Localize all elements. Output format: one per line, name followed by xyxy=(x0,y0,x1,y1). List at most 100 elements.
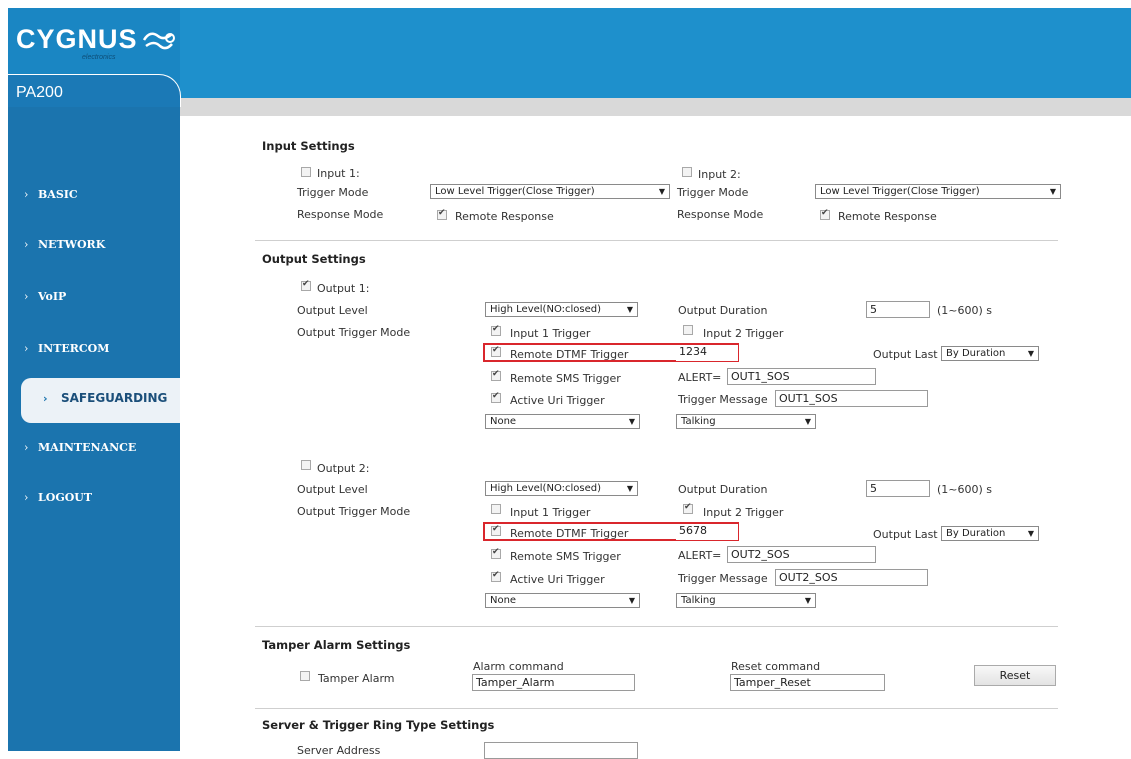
output2-state-select[interactable]: Talking ▼ xyxy=(676,593,816,608)
sidebar xyxy=(8,106,180,751)
output1-duration-input[interactable]: 5 xyxy=(866,301,930,318)
output1-input2-trigger-label: Input 2 Trigger xyxy=(703,327,784,340)
dropdown-arrow-icon: ▼ xyxy=(1027,529,1034,538)
output1-level-label: Output Level xyxy=(297,304,368,317)
output1-sms-trigger-checkbox[interactable] xyxy=(491,369,501,381)
brand-logo: CYGNUS xyxy=(16,24,138,54)
output1-alert-input[interactable]: OUT1_SOS xyxy=(727,368,876,385)
output2-output-last-select[interactable]: By Duration ▼ xyxy=(941,526,1039,541)
output2-sms-trigger-label: Remote SMS Trigger xyxy=(510,550,621,563)
output2-uri-trigger-checkbox[interactable] xyxy=(491,570,501,582)
output2-input1-trigger-checkbox[interactable] xyxy=(491,504,501,514)
output2-input1-trigger-label: Input 1 Trigger xyxy=(510,506,591,519)
sidebar-item-label: LOGOUT xyxy=(38,491,93,504)
output2-trigger-message-input[interactable]: OUT2_SOS xyxy=(775,569,928,586)
sidebar-item-label: VoIP xyxy=(38,290,67,303)
output2-output-last-label: Output Last xyxy=(873,528,938,541)
output1-state-select[interactable]: Talking ▼ xyxy=(676,414,816,429)
output1-input1-trigger-label: Input 1 Trigger xyxy=(510,327,591,340)
input2-checkbox[interactable] xyxy=(682,167,692,177)
section-title-server-trigger-ring: Server & Trigger Ring Type Settings xyxy=(262,718,495,732)
section-divider xyxy=(255,626,1058,627)
dropdown-arrow-icon: ▼ xyxy=(626,305,633,314)
output2-uri-select[interactable]: None ▼ xyxy=(485,593,640,608)
output2-dtmf-input[interactable]: 5678 xyxy=(676,524,738,540)
output1-label: Output 1: xyxy=(317,282,370,295)
input1-checkbox[interactable] xyxy=(301,167,311,177)
input2-remote-response-checkbox[interactable] xyxy=(820,208,830,220)
output1-output-last-select[interactable]: By Duration ▼ xyxy=(941,346,1039,361)
output1-checkbox[interactable] xyxy=(301,279,311,291)
output1-trigger-mode-label: Output Trigger Mode xyxy=(297,326,411,339)
input1-remote-response-label: Remote Response xyxy=(455,210,554,223)
output2-duration-label: Output Duration xyxy=(678,483,768,496)
section-divider xyxy=(255,240,1058,241)
output2-sms-trigger-checkbox[interactable] xyxy=(491,547,501,559)
sidebar-item-safeguarding[interactable]: › SAFEGUARDING xyxy=(21,378,180,423)
tamper-alarm-checkbox[interactable] xyxy=(300,671,310,681)
alarm-command-label: Alarm command xyxy=(473,660,564,673)
output2-level-select[interactable]: High Level(NO:closed) ▼ xyxy=(485,481,638,496)
output1-output-last-label: Output Last xyxy=(873,348,938,361)
input1-remote-response-checkbox[interactable] xyxy=(437,208,447,220)
reset-command-input[interactable]: Tamper_Reset xyxy=(730,674,885,691)
input2-remote-response-label: Remote Response xyxy=(838,210,937,223)
reset-command-label: Reset command xyxy=(731,660,821,673)
output1-uri-select[interactable]: None ▼ xyxy=(485,414,640,429)
chevron-right-icon: › xyxy=(24,441,29,454)
output2-trigger-mode-label: Output Trigger Mode xyxy=(297,505,411,518)
alarm-command-input[interactable]: Tamper_Alarm xyxy=(472,674,635,691)
output1-dtmf-input[interactable]: 1234 xyxy=(676,345,738,361)
input1-trigger-mode-select[interactable]: Low Level Trigger(Close Trigger) ▼ xyxy=(430,184,670,199)
sidebar-item-label: NETWORK xyxy=(38,238,106,251)
output1-duration-range: (1~600) s xyxy=(937,304,993,317)
output1-duration-label: Output Duration xyxy=(678,304,768,317)
input2-trigger-mode-label: Trigger Mode xyxy=(677,186,749,199)
dropdown-arrow-icon: ▼ xyxy=(804,417,811,426)
model-name: PA200 xyxy=(16,84,63,101)
output2-alert-label: ALERT= xyxy=(678,549,722,562)
input2-trigger-mode-select[interactable]: Low Level Trigger(Close Trigger) ▼ xyxy=(815,184,1061,199)
sidebar-item-label: SAFEGUARDING xyxy=(61,391,168,405)
input1-label: Input 1: xyxy=(317,167,360,180)
output1-input2-trigger-checkbox[interactable] xyxy=(683,325,693,335)
output1-uri-trigger-checkbox[interactable] xyxy=(491,391,501,403)
section-title-tamper-alarm: Tamper Alarm Settings xyxy=(262,638,411,652)
dropdown-arrow-icon: ▼ xyxy=(1049,187,1056,196)
output2-duration-input[interactable]: 5 xyxy=(866,480,930,497)
output2-dtmf-trigger-label: Remote DTMF Trigger xyxy=(510,527,629,540)
output1-dtmf-trigger-checkbox[interactable] xyxy=(491,345,501,357)
output2-label: Output 2: xyxy=(317,462,370,475)
output1-input1-trigger-checkbox[interactable] xyxy=(491,324,501,336)
dropdown-arrow-icon: ▼ xyxy=(804,596,811,605)
output1-uri-trigger-label: Active Uri Trigger xyxy=(510,394,605,407)
output2-checkbox[interactable] xyxy=(301,460,311,470)
output1-trigger-message-label: Trigger Message xyxy=(678,393,768,406)
dropdown-arrow-icon: ▼ xyxy=(628,417,635,426)
output1-dtmf-trigger-label: Remote DTMF Trigger xyxy=(510,348,629,361)
dropdown-arrow-icon: ▼ xyxy=(658,187,665,196)
output2-alert-input[interactable]: OUT2_SOS xyxy=(727,546,876,563)
reset-button[interactable]: Reset xyxy=(974,665,1056,686)
output2-dtmf-trigger-checkbox[interactable] xyxy=(491,524,501,536)
dropdown-arrow-icon: ▼ xyxy=(626,484,633,493)
chevron-right-icon: › xyxy=(43,392,48,405)
sidebar-item-label: BASIC xyxy=(38,188,78,201)
sidebar-item-label: MAINTENANCE xyxy=(38,441,137,454)
chevron-right-icon: › xyxy=(24,238,29,251)
dropdown-arrow-icon: ▼ xyxy=(1027,349,1034,358)
chevron-right-icon: › xyxy=(24,188,29,201)
dropdown-arrow-icon: ▼ xyxy=(628,596,635,605)
section-divider xyxy=(255,708,1058,709)
output1-alert-label: ALERT= xyxy=(678,371,722,384)
output1-trigger-message-input[interactable]: OUT1_SOS xyxy=(775,390,928,407)
output2-input2-trigger-checkbox[interactable] xyxy=(683,502,693,514)
output2-input2-trigger-label: Input 2 Trigger xyxy=(703,506,784,519)
logo-swirl-icon xyxy=(142,32,175,50)
tamper-alarm-label: Tamper Alarm xyxy=(318,672,395,685)
brand-logo-subtitle: electronics xyxy=(82,54,116,61)
section-title-output-settings: Output Settings xyxy=(262,252,366,266)
output2-duration-range: (1~600) s xyxy=(937,483,993,496)
input1-trigger-mode-label: Trigger Mode xyxy=(297,186,369,199)
output1-level-select[interactable]: High Level(NO:closed) ▼ xyxy=(485,302,638,317)
